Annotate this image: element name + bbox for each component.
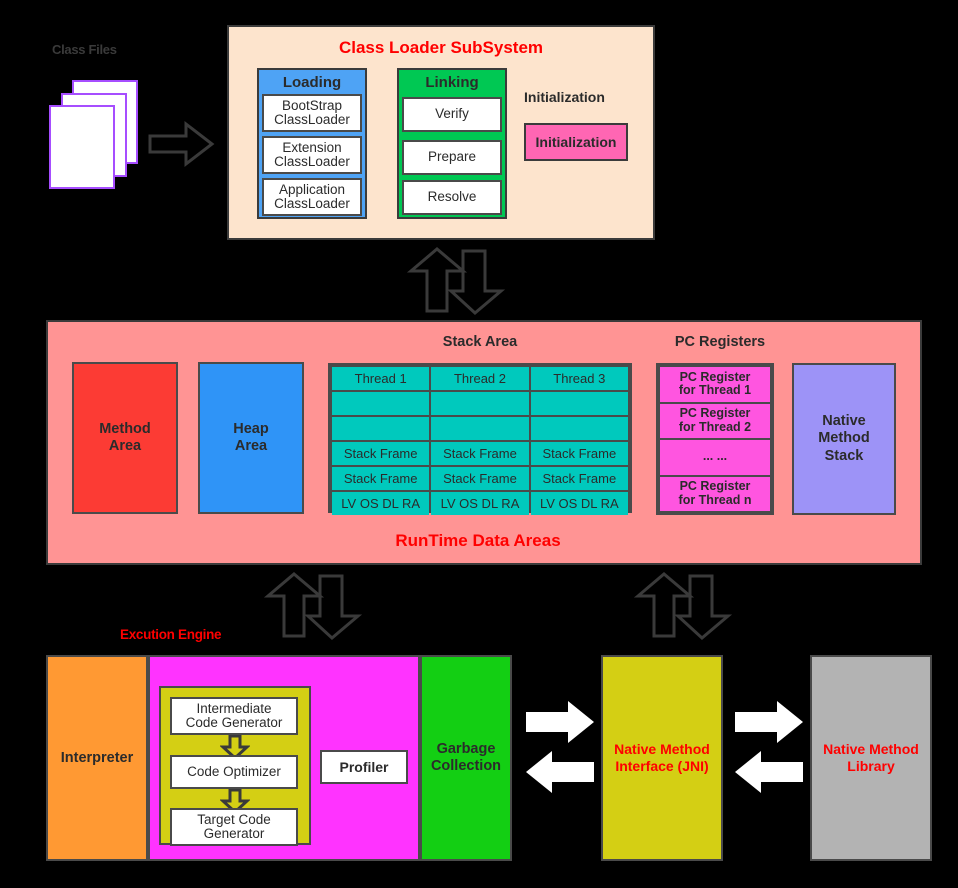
- pc-register-cell: PC Register for Thread n: [660, 476, 770, 511]
- stack-area-grid: Thread 1 Thread 2 Thread 3 Stack Frame Stack…: [328, 363, 632, 515]
- class-files-label: Class Files: [52, 42, 117, 57]
- method-area-label: Method Area: [99, 421, 151, 454]
- prepare-label: Prepare: [427, 149, 477, 165]
- native-method-interface-label: Native Method Interface (JNI): [614, 741, 710, 774]
- class-files-feed-arrow-icon: [148, 120, 215, 168]
- extension-classloader-box[interactable]: Extension ClassLoader: [262, 136, 362, 174]
- stack-area-cell: Stack Frame: [332, 442, 430, 465]
- profiler-box[interactable]: Profiler: [320, 750, 408, 784]
- stack-area-empty-cell: [530, 392, 628, 415]
- intermediate-code-generator-label: Intermediate Code Generator: [185, 700, 283, 730]
- target-code-generator-label: Target Code Generator: [197, 811, 271, 841]
- pc-registers-title: PC Registers: [674, 334, 766, 350]
- resolve-box[interactable]: Resolve: [402, 180, 502, 215]
- interpreter-label: Interpreter: [60, 750, 134, 766]
- runtime-engine-connector-arrows-right: [633, 572, 733, 640]
- bootstrap-classloader-label: BootStrap ClassLoader: [274, 97, 350, 127]
- stack-area-empty-cell: [431, 417, 529, 440]
- bootstrap-classloader-box[interactable]: BootStrap ClassLoader: [262, 94, 362, 132]
- initialization-box[interactable]: Initialization: [524, 123, 628, 161]
- gc-jni-bidirectional-arrows: [526, 701, 594, 793]
- stack-area-cell: Stack Frame: [332, 467, 430, 490]
- native-method-library-label: Native Method Library: [823, 741, 919, 774]
- loader-runtime-connector-arrows: [406, 247, 506, 315]
- stack-area-cell: Stack Frame: [431, 467, 529, 490]
- loading-header: Loading: [282, 73, 342, 91]
- stack-area-cell: LV OS DL RA: [332, 492, 430, 515]
- garbage-collection-box[interactable]: Garbage Collection: [420, 655, 512, 861]
- native-method-stack-box[interactable]: Native Method Stack: [792, 363, 896, 515]
- pc-register-cell: ... ...: [660, 440, 770, 475]
- interpreter-box[interactable]: Interpreter: [46, 655, 148, 861]
- initialization-box-label: Initialization: [535, 134, 617, 150]
- stack-area-cell: Thread 1: [332, 367, 430, 390]
- verify-box[interactable]: Verify: [402, 97, 502, 132]
- profiler-label: Profiler: [339, 759, 389, 775]
- runtime-engine-connector-arrows-left: [263, 572, 363, 640]
- garbage-collection-label: Garbage Collection: [430, 741, 502, 774]
- heap-area-box[interactable]: Heap Area: [198, 362, 304, 514]
- stack-area-cell: Stack Frame: [431, 442, 529, 465]
- target-code-generator-box[interactable]: Target Code Generator: [170, 808, 298, 846]
- linking-header: Linking: [425, 73, 479, 91]
- native-method-interface-box[interactable]: Native Method Interface (JNI): [601, 655, 723, 861]
- stack-area-cell: Stack Frame: [530, 442, 628, 465]
- initialization-section-label: Initialization: [524, 89, 605, 105]
- stack-area-cell: Thread 3: [530, 367, 628, 390]
- execution-engine-label: Excution Engine: [120, 627, 222, 642]
- pc-register-cell: PC Register for Thread 2: [660, 403, 770, 438]
- stack-area-empty-cell: [332, 417, 430, 440]
- prepare-box[interactable]: Prepare: [402, 140, 502, 175]
- jvm-architecture-diagram: Class Files Class Loader SubSystem Loadi…: [0, 0, 958, 888]
- stack-area-empty-cell: [530, 417, 628, 440]
- runtime-data-areas-title: RunTime Data Areas: [395, 531, 561, 550]
- intermediate-code-generator-box[interactable]: Intermediate Code Generator: [170, 697, 298, 735]
- class-loader-subsystem-title: Class Loader SubSystem: [338, 38, 544, 57]
- native-method-library-box[interactable]: Native Method Library: [810, 655, 932, 861]
- stack-area-cell: Stack Frame: [530, 467, 628, 490]
- pc-registers-stack: PC Register for Thread 1 PC Register for Th…: [656, 363, 774, 515]
- resolve-label: Resolve: [427, 189, 477, 205]
- stack-area-cell: LV OS DL RA: [530, 492, 628, 515]
- stack-area-empty-cell: [332, 392, 430, 415]
- class-file-page-1: [49, 105, 115, 189]
- application-classloader-label: Application ClassLoader: [274, 181, 350, 211]
- stack-area-cell: Thread 2: [431, 367, 529, 390]
- stack-area-empty-cell: [431, 392, 529, 415]
- code-optimizer-box[interactable]: Code Optimizer: [170, 755, 298, 789]
- application-classloader-box[interactable]: Application ClassLoader: [262, 178, 362, 216]
- method-area-box[interactable]: Method Area: [72, 362, 178, 514]
- verify-label: Verify: [435, 106, 469, 122]
- extension-classloader-label: Extension ClassLoader: [274, 139, 350, 169]
- heap-area-label: Heap Area: [233, 421, 269, 454]
- code-optimizer-label: Code Optimizer: [187, 763, 281, 779]
- jni-library-bidirectional-arrows: [735, 701, 803, 793]
- native-method-stack-label: Native Method Stack: [818, 412, 870, 464]
- stack-area-cell: LV OS DL RA: [431, 492, 529, 515]
- pc-register-cell: PC Register for Thread 1: [660, 367, 770, 402]
- stack-area-title: Stack Area: [442, 334, 518, 350]
